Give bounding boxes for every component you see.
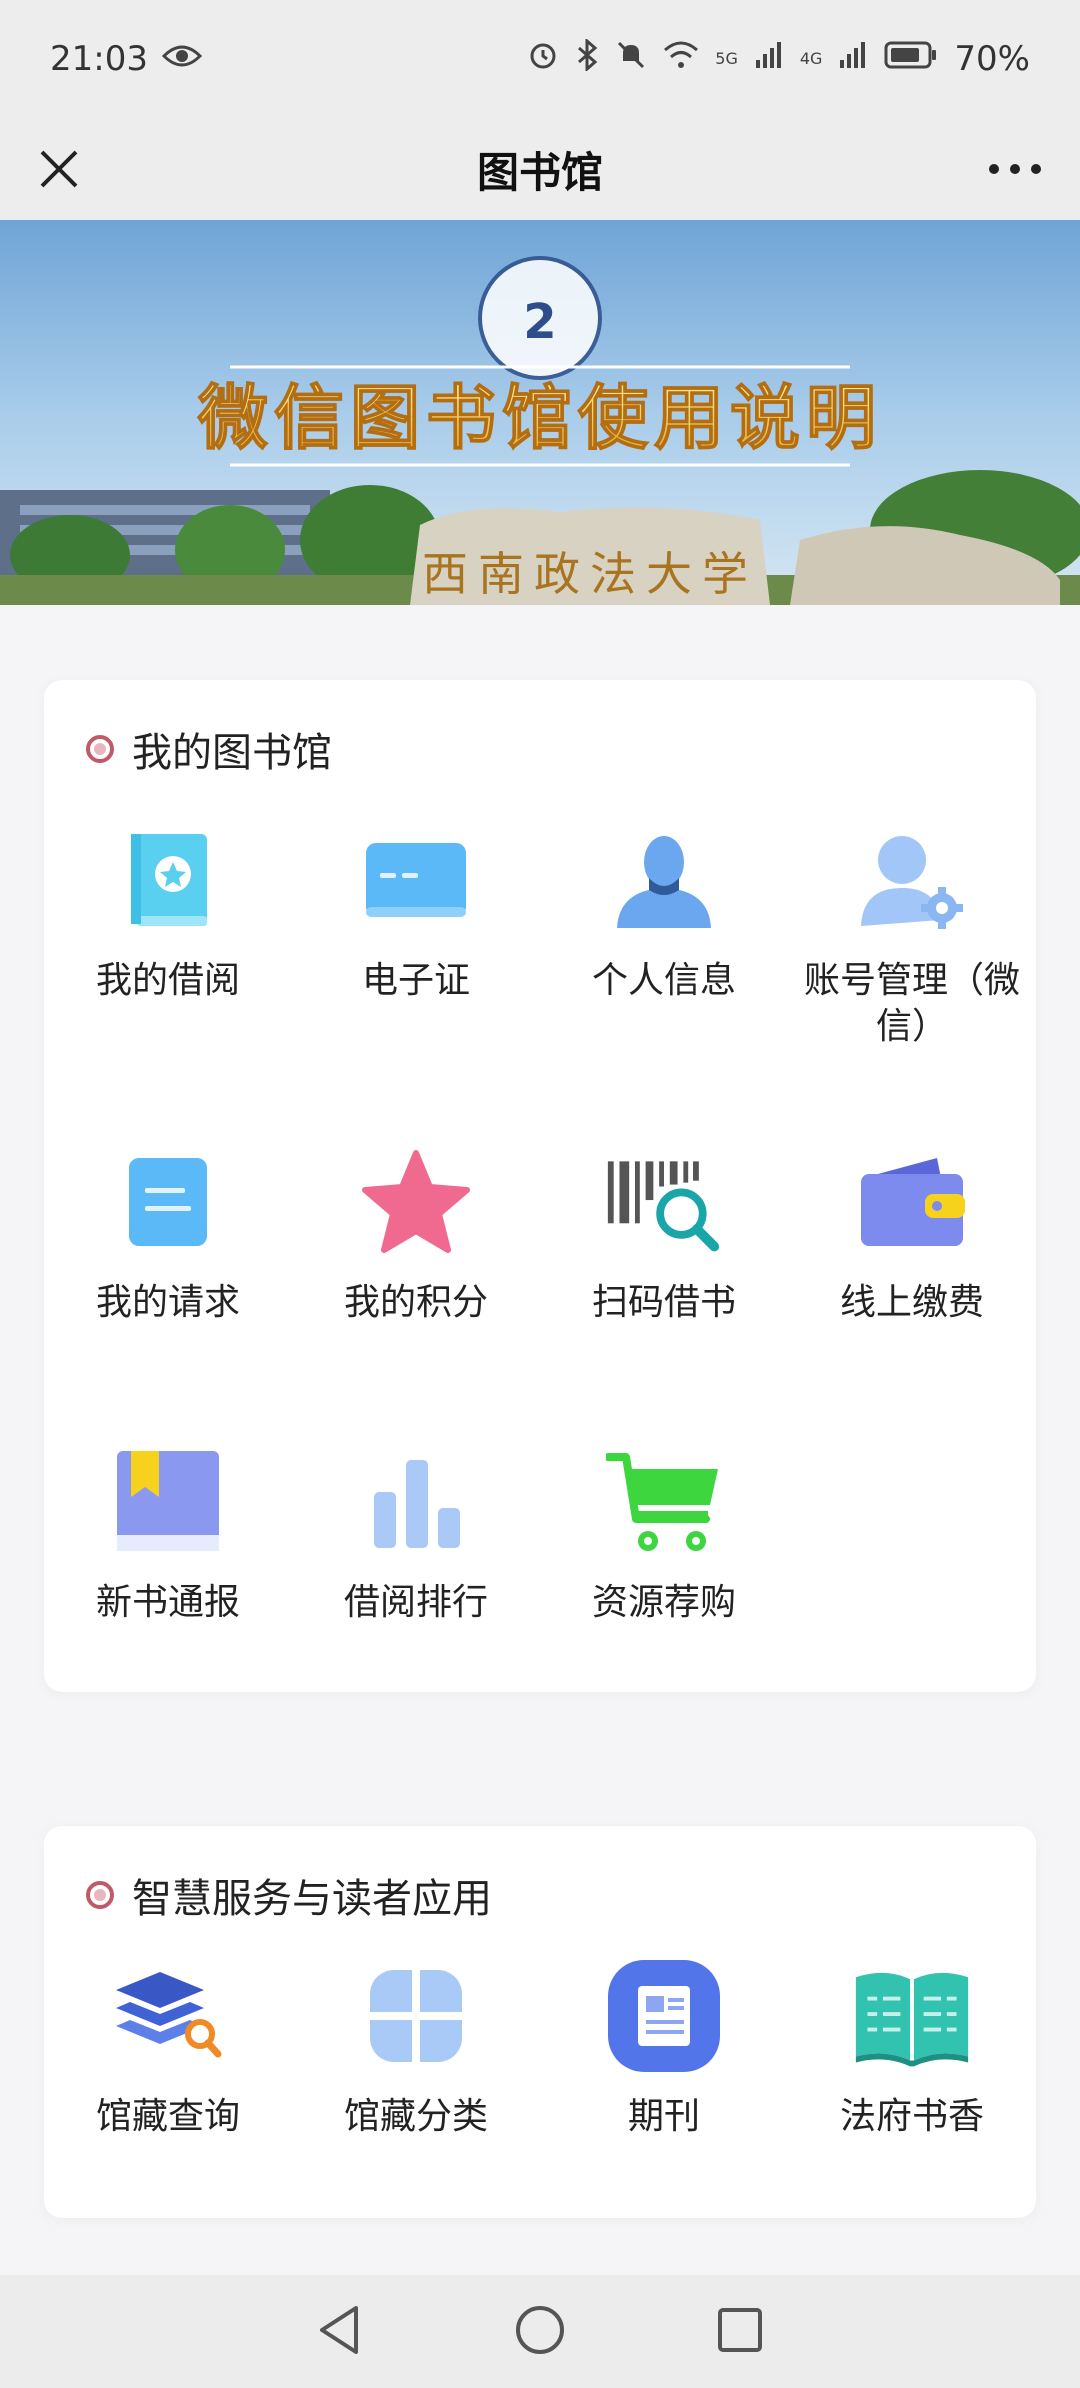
person-icon: [604, 820, 724, 940]
card-icon: [356, 820, 476, 940]
bookmark-book-icon: [108, 1442, 228, 1562]
svg-text:2: 2: [523, 294, 556, 350]
mute-icon: [615, 39, 647, 80]
item-label: 馆藏分类: [343, 2096, 488, 2137]
banner-image[interactable]: 西南政法大学 2 微信图书馆使用说明: [0, 220, 1080, 605]
fafu-shuxiang-item[interactable]: 法府书香: [788, 1956, 1036, 2140]
item-label: 个人信息: [591, 960, 736, 1001]
battery-level: 70%: [954, 39, 1030, 79]
section-title: 我的图书馆: [132, 730, 332, 776]
item-label: 扫码借书: [591, 1282, 736, 1323]
section-bullet-icon: [86, 1881, 114, 1909]
item-label: 我的请求: [95, 1282, 240, 1323]
close-button[interactable]: [30, 140, 88, 198]
system-navigation-bar: [0, 2275, 1080, 2388]
item-label: 我的积分: [343, 1282, 488, 1323]
item-label: 新书通报: [95, 1582, 240, 1623]
bar-chart-icon: [356, 1442, 476, 1562]
item-label: 账号管理（微信）: [803, 960, 1020, 1047]
home-circle-icon: [516, 2305, 564, 2354]
resource-recommend-item[interactable]: 资源荐购: [540, 1442, 788, 1626]
bluetooth-icon: [575, 37, 599, 80]
collection-search-item[interactable]: 馆藏查询: [44, 1956, 292, 2140]
signal-icon-2: [838, 39, 868, 79]
more-button[interactable]: [980, 140, 1050, 198]
cart-icon: [604, 1442, 724, 1562]
back-nav-button[interactable]: [316, 2304, 364, 2360]
clock: 21:03: [50, 39, 148, 79]
more-icon: [989, 164, 1041, 174]
alarm-icon: [527, 39, 559, 80]
newspaper-icon: [604, 1956, 724, 2076]
back-triangle-icon: [320, 2305, 358, 2354]
wifi-icon: [663, 39, 699, 79]
page-title: 图书馆: [476, 147, 603, 197]
item-label: 馆藏查询: [95, 2096, 240, 2137]
borrow-ranking-item[interactable]: 借阅排行: [292, 1442, 540, 1626]
banner-headline: 微信图书馆使用说明: [197, 376, 882, 459]
stone-inscription: 西南政法大学: [422, 547, 758, 601]
my-points-item[interactable]: 我的积分: [292, 1142, 540, 1326]
section-header: 我的图书馆: [86, 720, 332, 778]
layers-search-icon: [108, 1956, 228, 2076]
new-books-item[interactable]: 新书通报: [44, 1442, 292, 1626]
item-label: 资源荐购: [591, 1582, 736, 1623]
recents-square-icon: [718, 2307, 762, 2352]
account-management-item[interactable]: 账号管理（微信）: [788, 820, 1036, 1050]
item-label: 我的借阅: [95, 960, 240, 1001]
section-header: 智慧服务与读者应用: [86, 1866, 492, 1924]
document-icon: [108, 1142, 228, 1262]
star-icon: [356, 1142, 476, 1262]
item-label: 电子证: [361, 960, 470, 1001]
close-icon: [40, 150, 78, 188]
title-bar: 图书馆: [0, 118, 1080, 220]
status-bar: 21:03 5G 4G 70%: [0, 0, 1080, 118]
my-requests-item[interactable]: 我的请求: [44, 1142, 292, 1326]
item-label: 期刊: [627, 2096, 700, 2137]
battery-icon: [884, 39, 938, 79]
wallet-icon: [852, 1142, 972, 1262]
item-label: 借阅排行: [343, 1582, 488, 1623]
network-4g-label: 4G: [799, 49, 823, 68]
recents-nav-button[interactable]: [716, 2306, 764, 2358]
smart-services-card: 智慧服务与读者应用 馆藏查询 馆藏分类 期刊 法府书香: [44, 1826, 1036, 2218]
collection-category-item[interactable]: 馆藏分类: [292, 1956, 540, 2140]
signal-icon: [754, 39, 784, 79]
section-title: 智慧服务与读者应用: [132, 1876, 492, 1922]
my-library-card: 我的图书馆 我的借阅 电子证 个人信息 账号管理（微信） 我的请求 我的积分 扫…: [44, 680, 1036, 1692]
open-book-icon: [852, 1956, 972, 2076]
eye-icon: [161, 39, 203, 79]
user-gear-icon: [852, 820, 972, 940]
barcode-search-icon: [604, 1142, 724, 1262]
periodicals-item[interactable]: 期刊: [540, 1956, 788, 2140]
item-label: 线上缴费: [839, 1282, 984, 1323]
grid-icon: [356, 1956, 476, 2076]
book-icon: [108, 820, 228, 940]
e-card-item[interactable]: 电子证: [292, 820, 540, 1004]
network-5g-label: 5G: [715, 49, 738, 68]
my-borrowing-item[interactable]: 我的借阅: [44, 820, 292, 1004]
home-nav-button[interactable]: [514, 2304, 566, 2360]
scan-borrow-item[interactable]: 扫码借书: [540, 1142, 788, 1326]
online-payment-item[interactable]: 线上缴费: [788, 1142, 1036, 1326]
section-bullet-icon: [86, 735, 114, 763]
item-label: 法府书香: [839, 2096, 984, 2137]
personal-info-item[interactable]: 个人信息: [540, 820, 788, 1004]
